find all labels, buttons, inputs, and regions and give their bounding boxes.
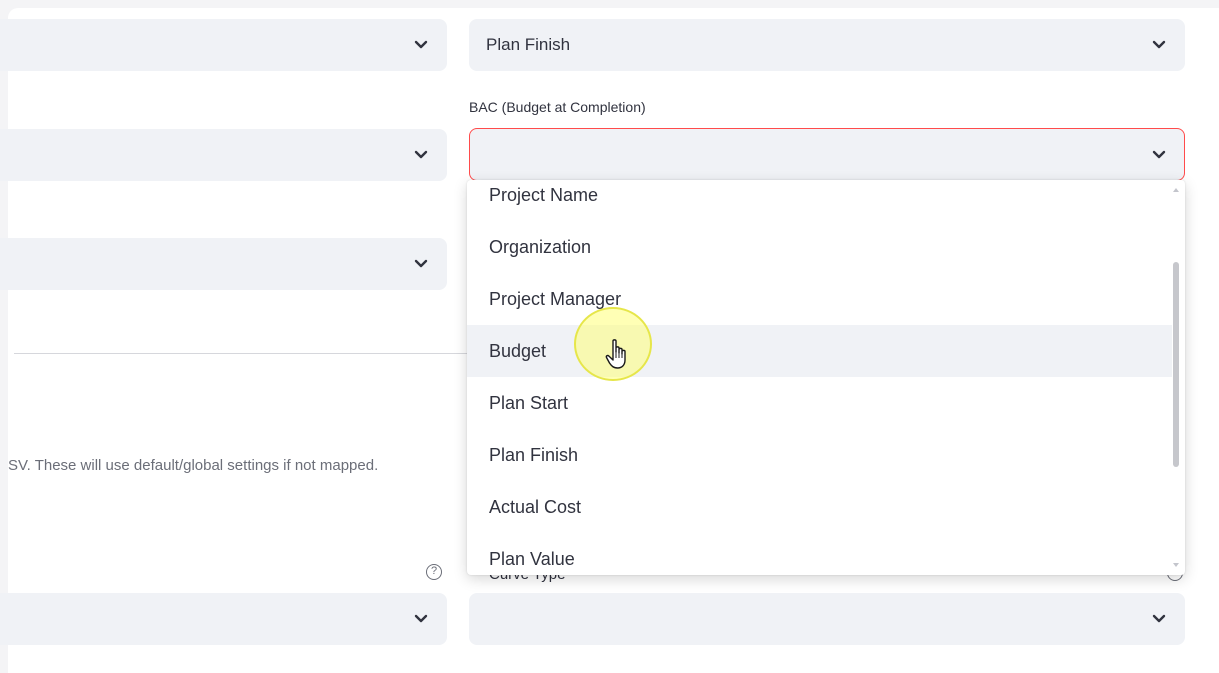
scroll-down-arrow-icon[interactable]: [1173, 563, 1179, 567]
option-label: Plan Finish: [489, 444, 579, 465]
left-select-1[interactable]: [0, 19, 447, 71]
option-label: Organization: [489, 236, 592, 257]
dropdown-option-plan-value[interactable]: Plan Value: [467, 533, 1172, 575]
chevron-down-icon: [414, 40, 428, 49]
dropdown-option-plan-finish[interactable]: Plan Finish: [467, 429, 1172, 481]
optional-fields-note: SV. These will use default/global settin…: [8, 457, 379, 474]
bac-dropdown-list[interactable]: Project Name Organization Project Manage…: [467, 180, 1185, 575]
option-label: Actual Cost: [489, 496, 582, 517]
help-icon[interactable]: ?: [426, 564, 442, 580]
option-label: Plan Start: [489, 392, 569, 413]
dropdown-option-project-name[interactable]: Project Name: [467, 180, 1172, 221]
chevron-down-icon: [1152, 614, 1166, 623]
option-label: Project Manager: [489, 288, 622, 309]
chevron-down-icon: [1152, 150, 1166, 158]
chevron-down-icon: [414, 614, 428, 623]
option-label: Project Name: [489, 184, 599, 205]
left-select-3[interactable]: [0, 238, 447, 290]
dropdown-scrollbar-thumb[interactable]: [1173, 262, 1179, 467]
scroll-up-arrow-icon[interactable]: [1173, 188, 1179, 192]
bac-label: BAC (Budget at Completion): [469, 99, 646, 115]
plan-finish-select[interactable]: Plan Finish: [469, 19, 1185, 71]
dropdown-option-organization[interactable]: Organization: [467, 221, 1172, 273]
option-label: Budget: [489, 340, 547, 361]
left-select-4[interactable]: [0, 593, 447, 645]
plan-finish-select-value: Plan Finish: [486, 35, 571, 54]
chevron-down-icon: [414, 259, 428, 268]
dropdown-option-plan-start[interactable]: Plan Start: [467, 377, 1172, 429]
curve-type-select[interactable]: [469, 593, 1185, 645]
chevron-down-icon: [1152, 40, 1166, 49]
chevron-down-icon: [414, 150, 428, 159]
dropdown-option-budget[interactable]: Budget: [467, 325, 1172, 377]
hand-pointer-icon: [605, 339, 626, 369]
option-label: Plan Value: [489, 548, 575, 569]
dropdown-option-actual-cost[interactable]: Actual Cost: [467, 481, 1172, 533]
left-select-2[interactable]: [0, 129, 447, 181]
dropdown-option-project-manager[interactable]: Project Manager: [467, 273, 1172, 325]
bac-select[interactable]: [469, 128, 1185, 181]
